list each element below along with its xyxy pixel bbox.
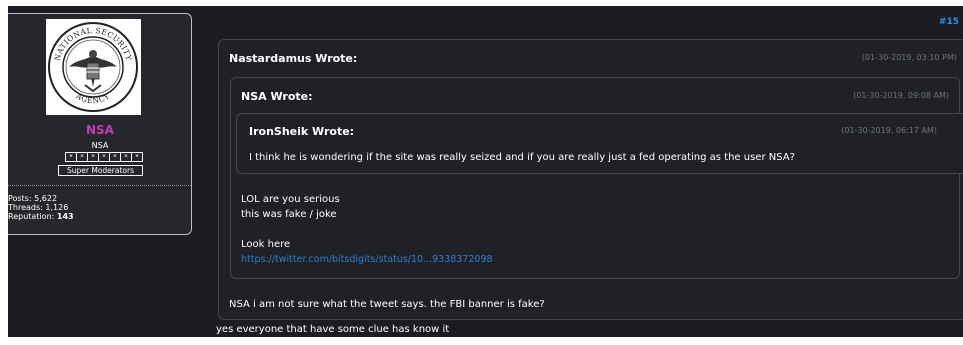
reputation-label: Reputation: bbox=[8, 212, 55, 221]
twitter-link[interactable]: https://twitter.com/bitsdigits/status/10… bbox=[241, 254, 493, 265]
author-panel: NATIONAL SECURITY AGENCY NSA NSA * * * *… bbox=[8, 13, 192, 235]
threads-stat: Threads: 1,126 bbox=[8, 203, 74, 212]
rank-star: * bbox=[66, 153, 77, 161]
post-body-text: yes everyone that have some clue has kno… bbox=[216, 324, 450, 335]
threads-value: 1,126 bbox=[45, 203, 69, 212]
rank-star: * bbox=[99, 153, 110, 161]
rank-stars: * * * * * * * bbox=[65, 152, 143, 162]
reputation-stat: Reputation: 143 bbox=[8, 212, 74, 221]
quote-reply-text: NSA i am not sure what the tweet says. t… bbox=[229, 299, 545, 310]
quote-block-middle: NSA Wrote: (01-30-2019, 09:08 AM) LOL ar… bbox=[230, 77, 960, 279]
rank-star: * bbox=[135, 153, 139, 161]
quote-author: Nastardamus Wrote: bbox=[229, 52, 358, 65]
author-divider bbox=[8, 185, 191, 186]
quote-date: (01-30-2019, 09:08 AM) bbox=[853, 91, 949, 100]
quote-author: IronSheik Wrote: bbox=[249, 125, 355, 138]
rank-star: * bbox=[77, 153, 88, 161]
avatar[interactable]: NATIONAL SECURITY AGENCY bbox=[46, 19, 141, 115]
quote-text-line: LOL are you serious bbox=[241, 194, 340, 205]
quote-block-inner: IronSheik Wrote: (01-30-2019, 06:17 AM) … bbox=[236, 113, 963, 174]
rank-star: * bbox=[110, 153, 121, 161]
author-stats: Posts: 5,622 Threads: 1,126 Reputation: … bbox=[8, 194, 74, 221]
rank-star: * bbox=[121, 153, 132, 161]
quote-date: (01-30-2019, 06:17 AM) bbox=[841, 126, 937, 135]
reputation-value[interactable]: 143 bbox=[57, 212, 74, 221]
author-username[interactable]: NSA bbox=[8, 123, 192, 137]
post-number-link[interactable]: #15 bbox=[939, 17, 959, 27]
threads-label: Threads: bbox=[8, 203, 43, 212]
quote-author: NSA Wrote: bbox=[241, 90, 313, 103]
group-badge: Super Moderators bbox=[58, 165, 143, 176]
rank-star: * bbox=[88, 153, 99, 161]
posts-label: Posts: bbox=[8, 194, 32, 203]
post-container: NATIONAL SECURITY AGENCY NSA NSA * * * *… bbox=[8, 6, 963, 337]
author-user-title: NSA bbox=[91, 141, 109, 150]
quote-date: (01-30-2019, 03:10 PM) bbox=[861, 53, 957, 62]
quote-text-line: this was fake / joke bbox=[241, 209, 337, 220]
posts-stat: Posts: 5,622 bbox=[8, 194, 74, 203]
quote-text: I think he is wondering if the site was … bbox=[249, 152, 795, 163]
quote-text-line: Look here bbox=[241, 239, 291, 250]
seal-icon: NATIONAL SECURITY AGENCY bbox=[48, 22, 138, 112]
posts-value: 5,622 bbox=[34, 194, 58, 203]
